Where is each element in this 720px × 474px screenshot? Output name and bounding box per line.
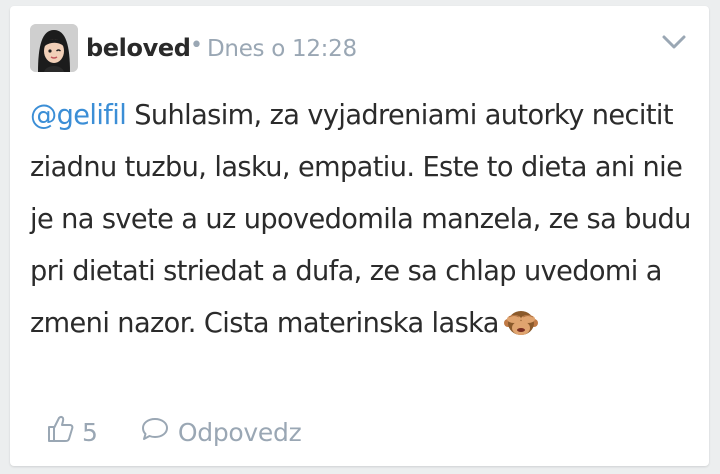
like-button[interactable]: 5 xyxy=(46,414,98,450)
avatar[interactable] xyxy=(30,24,78,72)
reply-button[interactable]: Odpovedz xyxy=(140,415,302,449)
see-no-evil-monkey-icon xyxy=(503,304,539,335)
thumbs-up-icon xyxy=(46,414,74,450)
comment-body: @gelifil Suhlasim, za vyjadreniami autor… xyxy=(30,90,702,350)
comment-actions: 5 Odpovedz xyxy=(46,412,302,452)
author-name[interactable]: beloved xyxy=(86,34,191,62)
meta-separator: • xyxy=(190,33,203,58)
avatar-image xyxy=(30,24,78,72)
comment-card: beloved • Dnes o 12:28 @gelifil Suhlasim… xyxy=(10,6,709,466)
speech-bubble-icon xyxy=(140,415,170,449)
comment-text: Suhlasim, za vyjadreniami autorky neciti… xyxy=(30,100,691,339)
reply-label: Odpovedz xyxy=(177,417,302,447)
like-count: 5 xyxy=(82,417,98,447)
user-mention[interactable]: @gelifil xyxy=(30,100,127,131)
timestamp: Dnes o 12:28 xyxy=(207,36,357,62)
chevron-down-icon[interactable] xyxy=(660,28,688,56)
